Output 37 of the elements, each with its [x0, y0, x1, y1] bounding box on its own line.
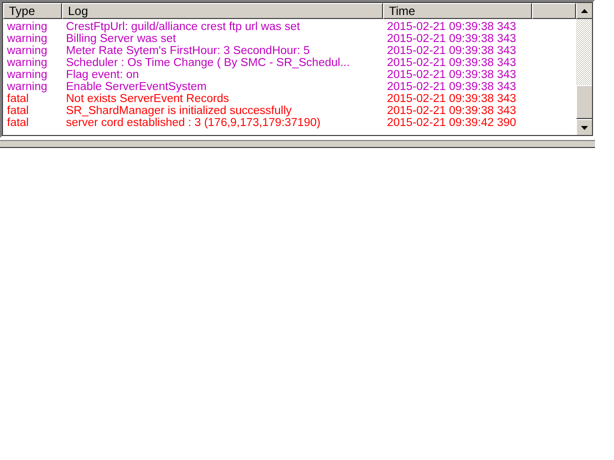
scroll-up-button[interactable] [576, 2, 593, 19]
time-cell-text: 2015-02-21 09:39:38 343 [386, 105, 518, 117]
scrollbar[interactable] [576, 2, 593, 136]
log-cell-text: Billing Server was set [65, 33, 177, 45]
time-cell-text: 2015-02-21 09:39:38 343 [386, 45, 518, 57]
splitter-bar[interactable] [0, 140, 595, 148]
type-cell-text: fatal [6, 93, 30, 105]
time-cell-text: 2015-02-21 09:39:38 343 [386, 57, 518, 69]
type-cell-text: fatal [6, 105, 30, 117]
column-header[interactable]: Log [62, 3, 383, 19]
time-cell-text: 2015-02-21 09:39:38 343 [386, 21, 518, 33]
log-cell-text: server cord established : 3 (176,9,173,179:37190) [65, 117, 322, 129]
log-cell-text: SR_ShardManager is initialized successfully [65, 105, 293, 117]
column-header[interactable]: Type [3, 3, 62, 19]
scroll-thumb[interactable] [576, 85, 593, 119]
log-cell-text: Not exists ServerEvent Records [65, 93, 230, 105]
column-header[interactable]: Time [383, 3, 532, 19]
type-cell-text: warning [6, 45, 48, 57]
scroll-down-button[interactable] [576, 119, 593, 136]
time-cell-text: 2015-02-21 09:39:42 390 [386, 117, 518, 129]
down-arrow-icon [581, 126, 588, 130]
up-arrow-icon [581, 8, 588, 12]
log-cell-text: Scheduler : Os Time Change ( By SMC - SR_Schedul... [65, 57, 351, 69]
type-cell-text: warning [6, 21, 48, 33]
time-cell-text: 2015-02-21 09:39:38 343 [386, 81, 518, 93]
type-cell-text: warning [6, 69, 48, 81]
log-cell-text: Meter Rate Sytem's FirstHour: 3 SecondHour: 5 [65, 45, 311, 57]
type-cell-text: warning [6, 81, 48, 93]
type-cell-text: warning [6, 33, 48, 45]
log-cell-text: Flag event: on [65, 69, 140, 81]
type-cell-text: warning [6, 57, 48, 69]
time-cell-text: 2015-02-21 09:39:38 343 [386, 33, 518, 45]
type-cell-text: fatal [6, 117, 30, 129]
time-cell-text: 2015-02-21 09:39:38 343 [386, 93, 518, 105]
log-cell-text: CrestFtpUrl: guild/alliance crest ftp url was set [65, 21, 301, 33]
log-cell-text: Enable ServerEventSystem [65, 81, 208, 93]
time-cell-text: 2015-02-21 09:39:38 343 [386, 69, 518, 81]
